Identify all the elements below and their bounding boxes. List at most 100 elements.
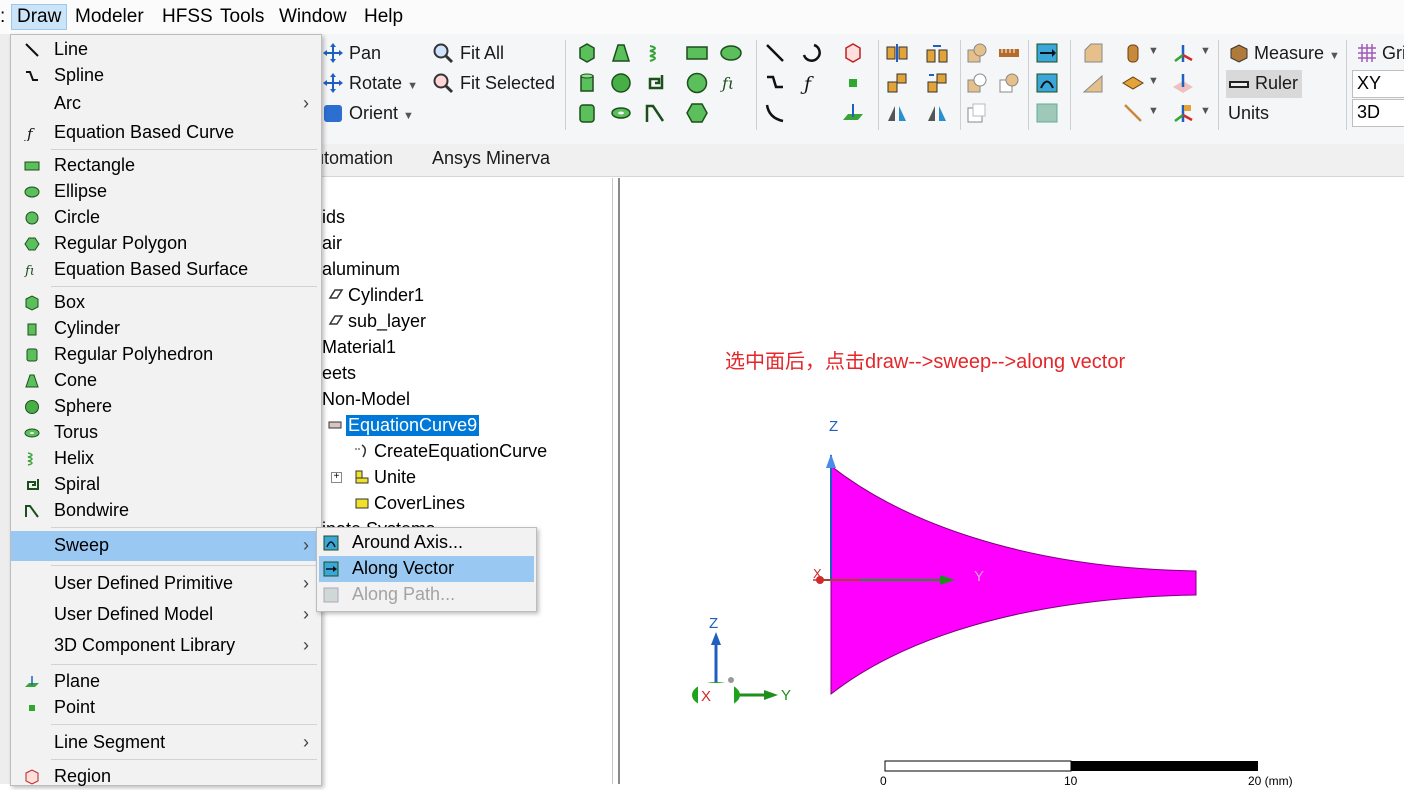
menu-item-cone[interactable]: Cone — [11, 368, 319, 394]
bondwire-icon[interactable] — [644, 102, 666, 124]
tree-item-solids[interactable]: ids — [322, 207, 345, 228]
plane-icon[interactable] — [842, 102, 864, 124]
menu-draw[interactable]: Draw — [11, 4, 68, 30]
menu-item-sweep[interactable]: Sweep › — [11, 531, 319, 561]
tree-item-equationcurve9[interactable]: EquationCurve9 — [346, 415, 480, 436]
regular-polygon-icon[interactable] — [686, 102, 708, 124]
fit-selected-button[interactable]: Fit Selected — [460, 73, 555, 94]
object-cs-icon[interactable] — [1172, 102, 1194, 124]
menu-item-arc[interactable]: Arc › — [11, 91, 319, 117]
chevron-down-icon[interactable]: ▼ — [1200, 45, 1211, 57]
face-coordinate-icon[interactable] — [1122, 72, 1144, 94]
tree-item-unite[interactable]: Unite — [374, 467, 416, 488]
regular-polyhedron-icon[interactable] — [576, 102, 598, 124]
tree-item-sheets[interactable]: eets — [322, 363, 356, 384]
duplicate-along-line-icon[interactable] — [926, 72, 948, 94]
menu-tools[interactable]: Tools — [220, 6, 264, 28]
tree-item-cover-lines[interactable]: CoverLines — [374, 493, 465, 514]
tab-automation[interactable]: utomation — [314, 148, 393, 169]
tree-item-aluminum[interactable]: aluminum — [322, 259, 400, 280]
menu-item-regular-polyhedron[interactable]: Regular Polyhedron — [11, 342, 319, 368]
menu-item-bondwire[interactable]: Bondwire — [11, 498, 319, 524]
rotate-button[interactable]: Rotate ▼ — [349, 73, 418, 94]
tree-item-non-model[interactable]: Non-Model — [322, 389, 410, 410]
sweep-around-axis-icon[interactable] — [1036, 72, 1058, 94]
menu-item-3d-component-library[interactable]: 3D Component Library › — [11, 633, 319, 659]
ellipse-icon[interactable] — [720, 42, 742, 64]
chevron-down-icon[interactable]: ▼ — [1148, 45, 1159, 57]
units-button[interactable]: Units — [1228, 103, 1269, 124]
tree-item-cylinder1[interactable]: Cylinder1 — [348, 285, 424, 306]
split-icon[interactable] — [966, 102, 988, 124]
line-icon[interactable] — [764, 42, 786, 64]
dimension-select[interactable]: 3D — [1352, 99, 1404, 127]
rectangle-icon[interactable] — [686, 42, 708, 64]
menu-item-circle[interactable]: Circle — [11, 205, 319, 231]
fit-all-button[interactable]: Fit All — [460, 43, 504, 64]
submenu-item-along-vector[interactable]: Along Vector — [319, 556, 534, 582]
line-segment-icon[interactable] — [764, 102, 786, 124]
tab-ansys-minerva[interactable]: Ansys Minerva — [432, 148, 550, 169]
face-cs-icon[interactable] — [1172, 72, 1194, 94]
region-icon[interactable] — [842, 42, 864, 64]
submenu-item-along-path[interactable]: Along Path... — [319, 582, 534, 608]
tree-item-air[interactable]: air — [322, 233, 342, 254]
tree-item-sub-layer[interactable]: sub_layer — [348, 311, 426, 332]
ruler-tool-icon[interactable] — [998, 42, 1020, 64]
intersect-icon[interactable] — [998, 72, 1020, 94]
menu-item-plane[interactable]: Plane — [11, 669, 319, 695]
wrap-sheet-icon[interactable] — [1122, 42, 1144, 64]
menu-item-line-segment[interactable]: Line Segment › — [11, 730, 319, 756]
orient-button[interactable]: Orient ▼ — [349, 103, 414, 124]
subtract-icon[interactable] — [966, 72, 988, 94]
point-icon[interactable] — [842, 72, 864, 94]
measure-button[interactable]: Measure ▼ — [1254, 43, 1340, 64]
menu-item-rectangle[interactable]: Rectangle — [11, 153, 319, 179]
menu-item-regular-polygon[interactable]: Regular Polygon — [11, 231, 319, 257]
menu-item-equation-based-curve[interactable]: ƒ Equation Based Curve — [11, 120, 319, 146]
equation-surface-icon[interactable]: ƒι — [720, 72, 742, 94]
menu-item-sphere[interactable]: Sphere — [11, 394, 319, 420]
grid-button[interactable]: Gri — [1382, 43, 1404, 64]
chevron-down-icon[interactable]: ▼ — [1148, 105, 1159, 117]
spiral-icon[interactable] — [644, 72, 666, 94]
menu-item-user-defined-primitive[interactable]: User Defined Primitive › — [11, 571, 319, 597]
equation-curve-icon[interactable]: ƒ — [800, 72, 822, 94]
menu-item-spiral[interactable]: Spiral — [11, 472, 319, 498]
mirror-duplicate-icon[interactable] — [886, 102, 908, 124]
measure-line-icon[interactable] — [1122, 102, 1144, 124]
menu-item-user-defined-model[interactable]: User Defined Model › — [11, 602, 319, 628]
sweep-along-path-icon[interactable] — [1036, 102, 1058, 124]
menu-item-spline[interactable]: Spline — [11, 63, 319, 89]
menu-item-ellipse[interactable]: Ellipse — [11, 179, 319, 205]
unite-icon[interactable] — [966, 42, 988, 64]
cone-icon[interactable] — [610, 42, 632, 64]
chevron-down-icon[interactable]: ▼ — [1148, 75, 1159, 87]
menu-window[interactable]: Window — [279, 6, 347, 28]
menu-item-cylinder[interactable]: Cylinder — [11, 316, 319, 342]
menu-modeler[interactable]: Modeler — [75, 6, 144, 28]
duplicate-icon[interactable] — [926, 42, 948, 64]
menu-item-point[interactable]: Point — [11, 695, 319, 721]
sweep-along-vector-icon[interactable] — [1036, 42, 1058, 64]
plane-select[interactable]: XY — [1352, 70, 1404, 98]
menu-help[interactable]: Help — [364, 6, 403, 28]
menu-item-region[interactable]: Region — [11, 764, 319, 790]
menu-hfss[interactable]: HFSS — [162, 6, 213, 28]
torus-icon[interactable] — [610, 102, 632, 124]
menu-item-helix[interactable]: Helix — [11, 446, 319, 472]
arc-icon[interactable] — [800, 42, 822, 64]
circle-icon[interactable] — [686, 72, 708, 94]
thicken-sheet-icon[interactable] — [1082, 42, 1104, 64]
sphere-icon[interactable] — [610, 72, 632, 94]
mirror-object-icon[interactable] — [926, 102, 948, 124]
expand-icon[interactable]: + — [331, 472, 342, 483]
menu-item-torus[interactable]: Torus — [11, 420, 319, 446]
tree-item-material1[interactable]: Material1 — [322, 337, 396, 358]
menu-item-equation-based-surface[interactable]: ƒι Equation Based Surface — [11, 257, 319, 283]
box-icon[interactable] — [576, 42, 598, 64]
helix-icon[interactable] — [644, 42, 666, 64]
ruler-button[interactable]: Ruler — [1255, 73, 1298, 94]
coordinate-system-icon[interactable] — [1172, 42, 1194, 64]
chevron-down-icon[interactable]: ▼ — [1200, 105, 1211, 117]
